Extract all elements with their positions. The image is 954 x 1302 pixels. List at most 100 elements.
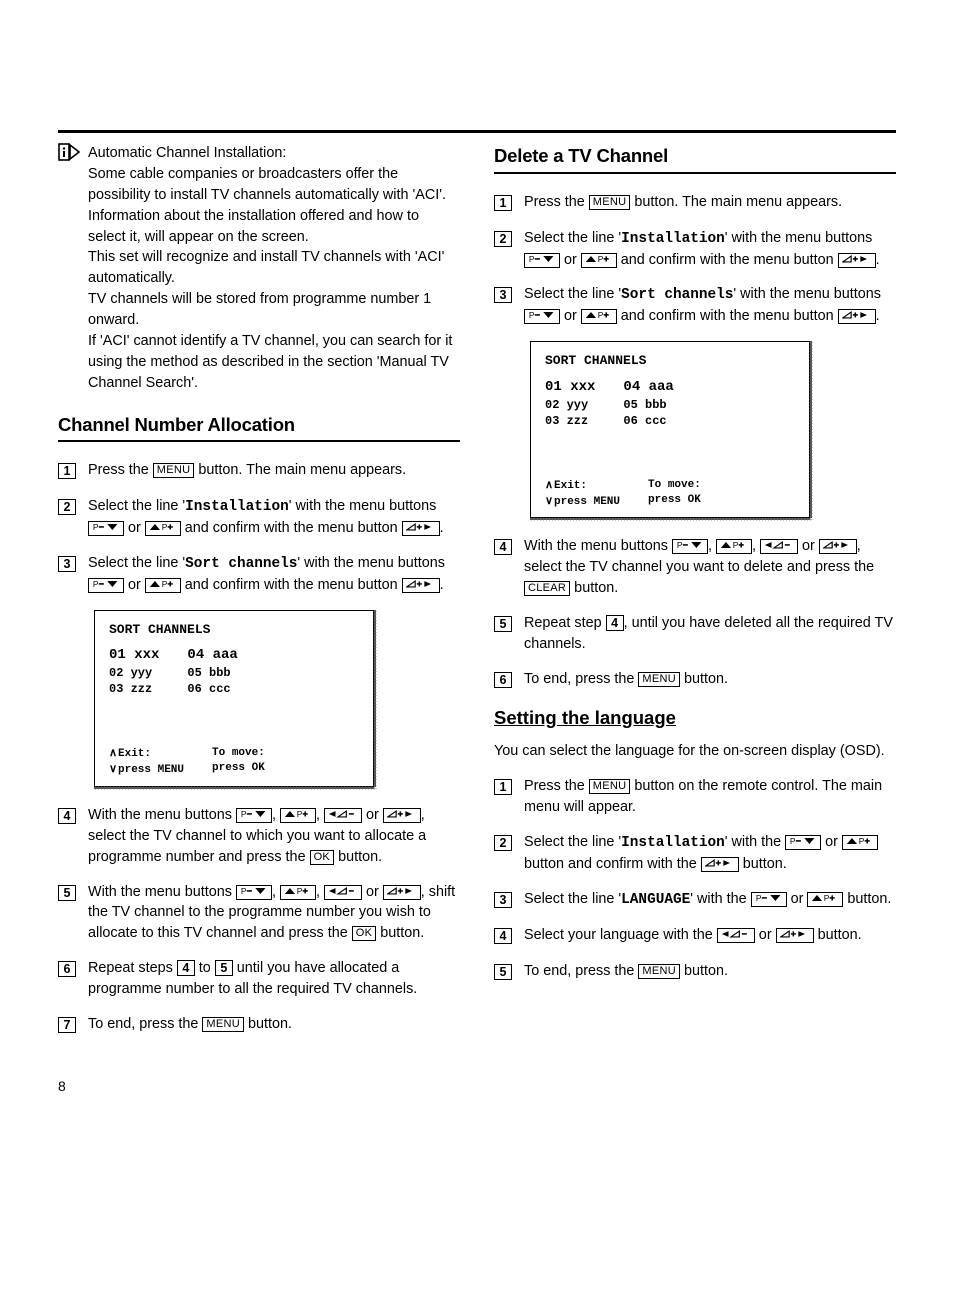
text: To end, press the <box>88 1016 202 1032</box>
svg-text:P: P <box>162 579 168 589</box>
p-minus-down-icon: P <box>524 309 560 324</box>
text: button. <box>843 891 891 907</box>
p-plus-up-icon: P <box>581 309 617 324</box>
p-plus-up-icon: P <box>145 521 181 536</box>
text: With the menu buttons <box>524 538 672 554</box>
vol-plus-right-icon <box>383 808 421 823</box>
vol-plus-right-icon <box>819 539 857 554</box>
aci-note-title: Automatic Channel Installation: <box>88 143 460 164</box>
svg-text:P: P <box>297 809 303 819</box>
clear-button-icon: CLEAR <box>524 581 570 596</box>
svg-text:P: P <box>241 809 247 819</box>
menu-button-icon: MENU <box>638 672 680 687</box>
osd-sort-channels: SORT CHANNELS 01 xxx 02 yyy 03 zzz 04 aa… <box>94 610 374 787</box>
text: Repeat step <box>524 615 606 631</box>
vol-plus-right-icon <box>776 928 814 943</box>
text: , <box>272 807 280 823</box>
ok-button-icon: OK <box>352 926 377 941</box>
lang-step-5: 5 To end, press the MENU button. <box>494 961 896 983</box>
text: Select the line ' <box>88 555 185 571</box>
cna-step-7: 7 To end, press the MENU button. <box>58 1014 460 1036</box>
text: , <box>272 884 280 900</box>
menu-button-icon: MENU <box>638 964 680 979</box>
step-number-box: 4 <box>58 808 76 824</box>
osd-sort-channels: SORT CHANNELS 01 xxx 02 yyy 03 zzz 04 aa… <box>530 341 810 518</box>
osd-move-label: To move: <box>648 478 701 493</box>
del-step-1: 1 Press the MENU button. The main menu a… <box>494 192 896 214</box>
cna-rule <box>58 440 460 442</box>
vol-minus-left-icon <box>760 539 798 554</box>
osd-item: 03 zzz <box>545 413 595 429</box>
right-column: Delete a TV Channel 1 Press the MENU but… <box>494 143 896 1050</box>
text: or <box>755 927 776 943</box>
p-minus-down-icon: P <box>236 808 272 823</box>
cna-heading: Channel Number Allocation <box>58 412 460 439</box>
step-number-box: 5 <box>494 964 512 980</box>
p-plus-up-icon: P <box>581 253 617 268</box>
p-minus-down-icon: P <box>236 885 272 900</box>
lang-heading: Setting the language <box>494 705 896 732</box>
svg-text:P: P <box>824 893 830 903</box>
text: , <box>316 807 324 823</box>
text: Repeat steps <box>88 960 177 976</box>
p-plus-up-icon: P <box>807 892 843 907</box>
del-heading: Delete a TV Channel <box>494 143 896 170</box>
step-number-box: 5 <box>494 616 512 632</box>
text: . <box>876 308 880 324</box>
text: button. The main menu appears. <box>194 462 406 478</box>
step-ref-box: 4 <box>177 960 195 976</box>
text: , <box>752 538 760 554</box>
osd-item: 06 ccc <box>187 681 237 697</box>
aci-note-p4: If 'ACI' cannot identify a TV channel, y… <box>88 331 460 394</box>
svg-text:P: P <box>241 886 247 896</box>
cna-step-2: 2 Select the line 'Installation' with th… <box>58 496 460 539</box>
step-number-box: 5 <box>58 885 76 901</box>
page-number: 8 <box>58 1076 896 1096</box>
step-number-box: 1 <box>494 779 512 795</box>
osd-item: 02 yyy <box>545 397 595 413</box>
vol-plus-right-icon <box>838 253 876 268</box>
text: Select the line ' <box>524 286 621 302</box>
svg-text:P: P <box>529 254 535 264</box>
text: . <box>876 252 880 268</box>
text: Select the line ' <box>524 834 621 850</box>
text: Press the <box>524 194 589 210</box>
text: . <box>440 577 444 593</box>
text: ' with the <box>725 834 785 850</box>
info-play-icon <box>58 143 88 161</box>
del-rule <box>494 172 896 174</box>
svg-text:P: P <box>755 893 761 903</box>
osd-item: 01 xxx <box>545 378 595 397</box>
aci-note: Automatic Channel Installation: Some cab… <box>58 143 460 394</box>
step-number-box: 3 <box>58 556 76 572</box>
step-number-box: 7 <box>58 1017 76 1033</box>
step-number-box: 2 <box>494 835 512 851</box>
text: or <box>124 577 145 593</box>
text: Select your language with the <box>524 927 717 943</box>
text: or <box>560 308 581 324</box>
step-number-box: 1 <box>58 463 76 479</box>
cna-step-5: 5 With the menu buttons P, P, or , shift… <box>58 882 460 945</box>
text: Press the <box>88 462 153 478</box>
step-number-box: 4 <box>494 928 512 944</box>
svg-text:P: P <box>162 522 168 532</box>
code-text: LANGUAGE <box>621 892 690 908</box>
step-number-box: 2 <box>494 231 512 247</box>
text: ' with the menu buttons <box>725 230 873 246</box>
svg-text:P: P <box>297 886 303 896</box>
text: To end, press the <box>524 671 638 687</box>
del-step-2: 2 Select the line 'Installation' with th… <box>494 228 896 271</box>
text: or <box>560 252 581 268</box>
osd-item: 05 bbb <box>623 397 673 413</box>
vol-plus-right-icon <box>383 885 421 900</box>
code-text: Installation <box>621 231 725 247</box>
text: or <box>362 884 383 900</box>
text: button. The main menu appears. <box>630 194 842 210</box>
p-plus-up-icon: P <box>280 885 316 900</box>
osd-move-text: press OK <box>648 493 701 508</box>
text: button. <box>570 580 618 596</box>
osd-item: 06 ccc <box>623 413 673 429</box>
page-top-rule <box>58 130 896 133</box>
del-step-6: 6 To end, press the MENU button. <box>494 669 896 691</box>
text: , <box>708 538 716 554</box>
